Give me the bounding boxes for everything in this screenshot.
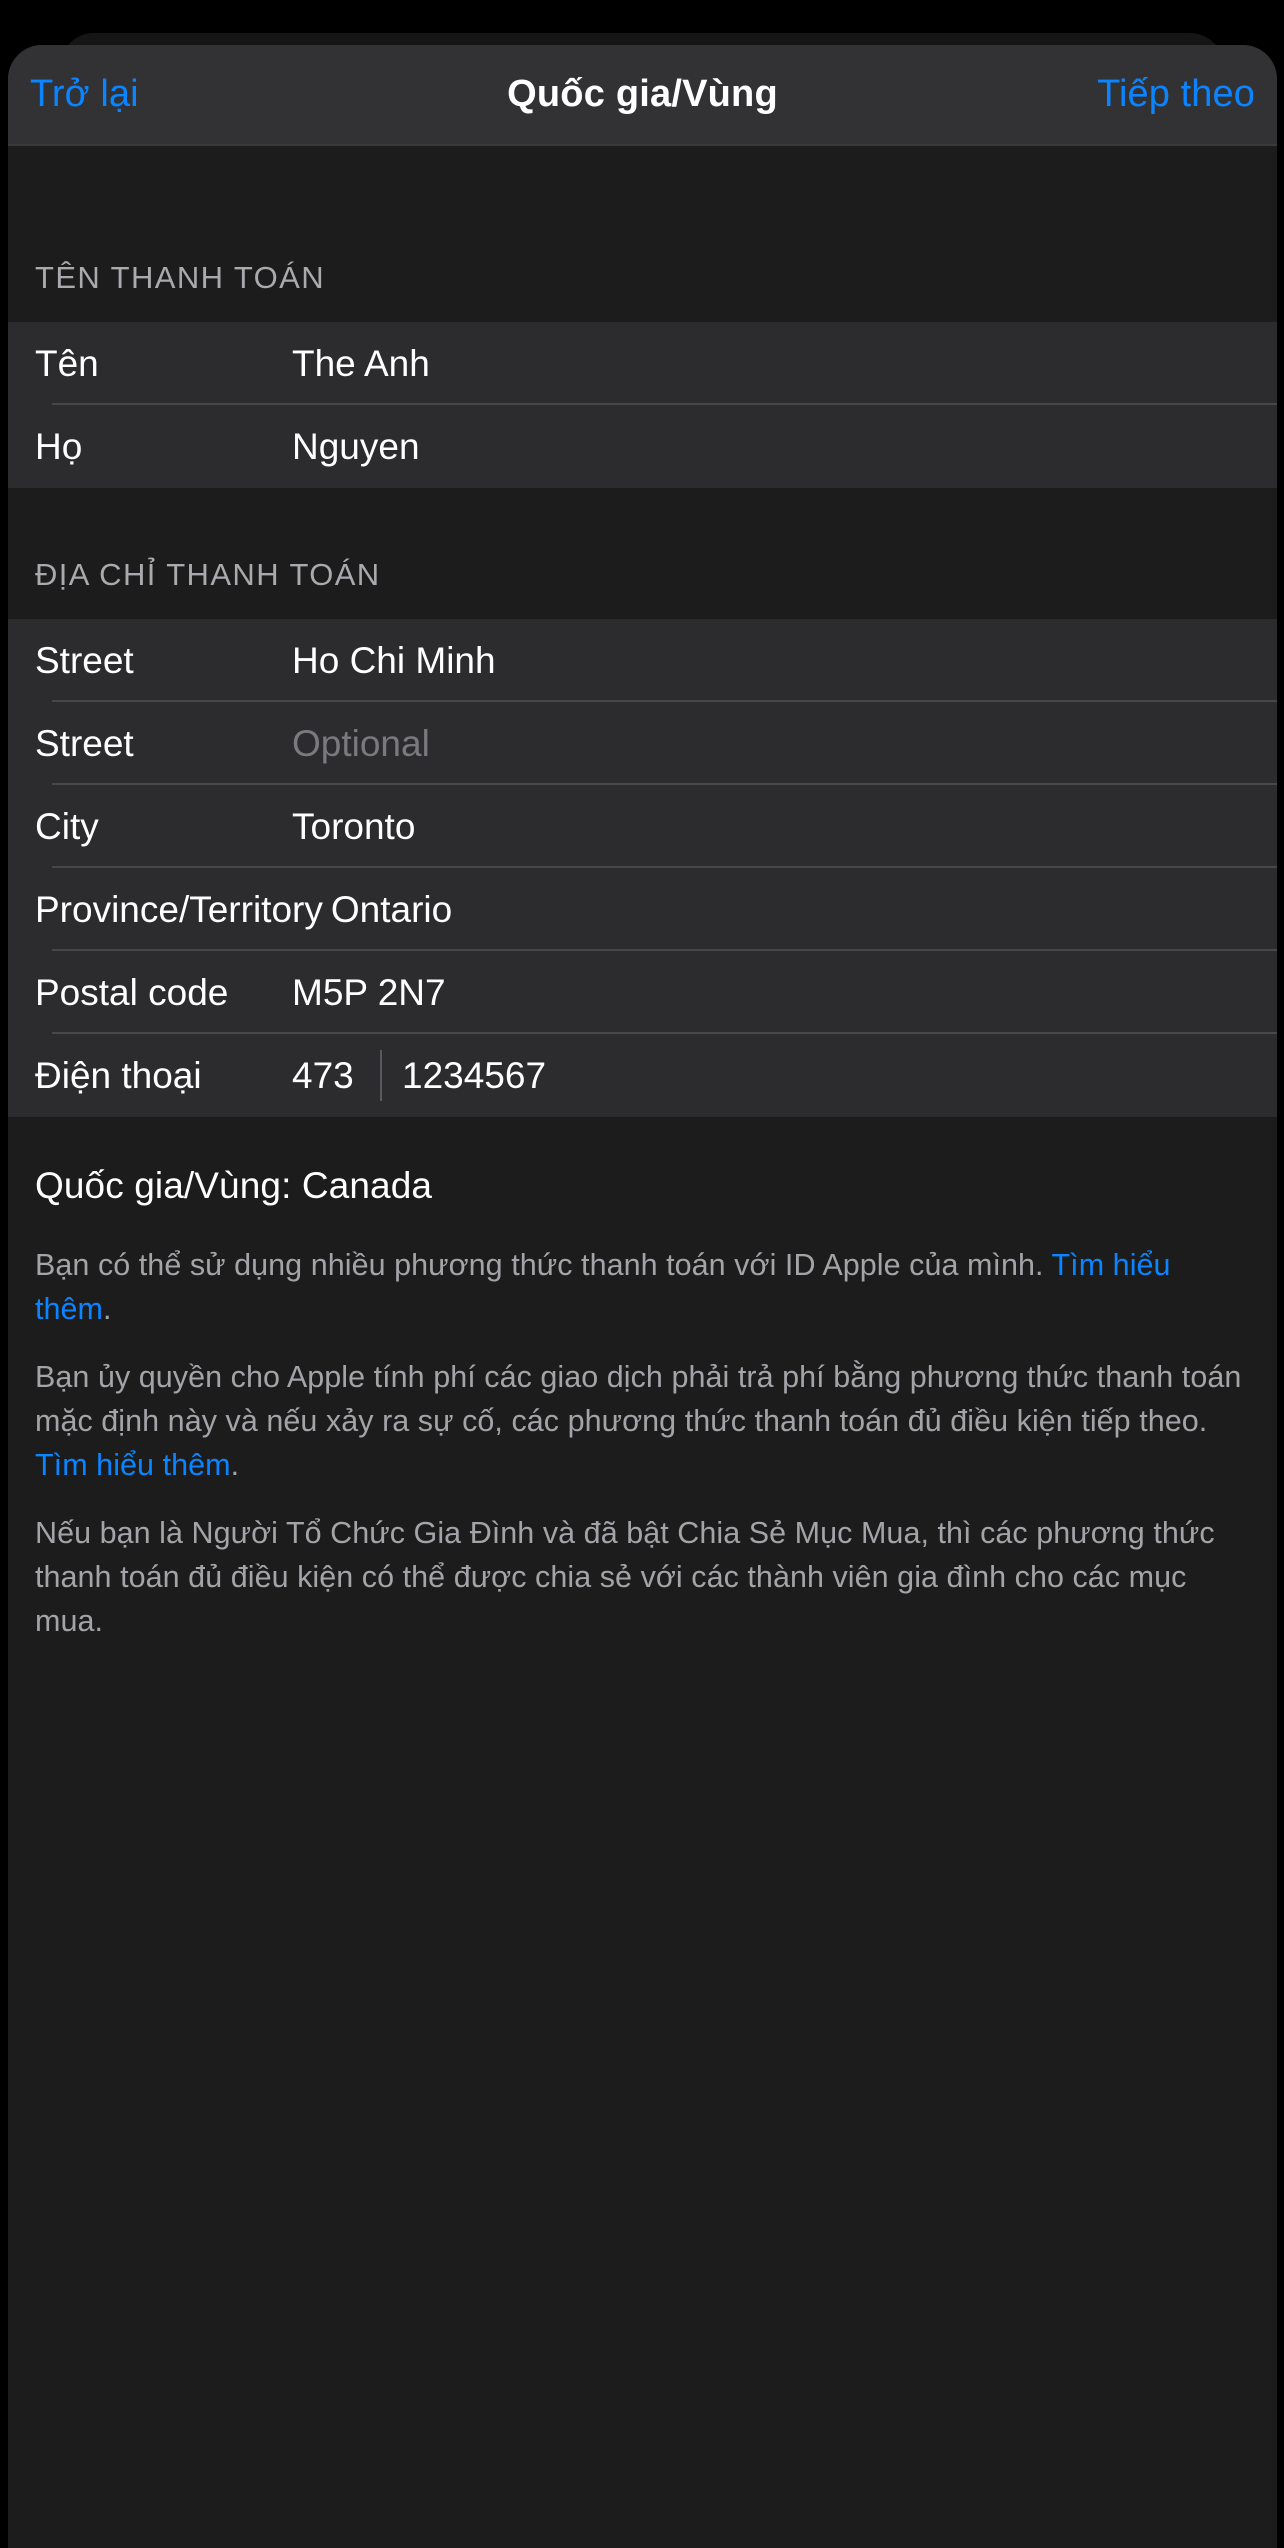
section-header-billing-address: ĐỊA CHỈ THANH TOÁN	[35, 557, 381, 592]
row-label-last-name: Họ	[35, 425, 83, 467]
input-last-name[interactable]: Nguyen	[292, 426, 420, 468]
row-city[interactable]: City Toronto	[8, 785, 1277, 868]
billing-name-group: Tên The Anh Họ Nguyen	[8, 322, 1277, 488]
footer-paragraph-2: Bạn ủy quyền cho Apple tính phí các giao…	[35, 1331, 1250, 1487]
input-province[interactable]: Ontario	[331, 889, 452, 931]
back-button[interactable]: Trở lại	[30, 73, 139, 116]
input-street-1[interactable]: Ho Chi Minh	[292, 640, 496, 682]
row-first-name[interactable]: Tên The Anh	[8, 322, 1277, 405]
page-title: Quốc gia/Vùng	[507, 73, 778, 115]
footer-paragraph-3: Nếu bạn là Người Tổ Chức Gia Đình và đã …	[35, 1516, 1215, 1638]
footer-section: Quốc gia/Vùng: Canada Bạn có thể sử dụng…	[8, 1117, 1277, 1643]
country-region-line: Quốc gia/Vùng: Canada	[35, 1165, 433, 1206]
row-street-2[interactable]: Street Optional	[8, 702, 1277, 785]
input-first-name[interactable]: The Anh	[292, 343, 430, 385]
modal-sheet: Trở lại Quốc gia/Vùng Tiếp theo TÊN THAN…	[8, 45, 1277, 2548]
section-header-billing-name: TÊN THANH TOÁN	[35, 260, 326, 295]
row-label-city: City	[35, 805, 99, 847]
learn-more-link-2[interactable]: Tìm hiểu thêm	[35, 1448, 231, 1482]
form-scroll-content: TÊN THANH TOÁN Tên The Anh Họ Nguyen ĐỊA…	[8, 146, 1277, 1643]
footer-paragraph-2-text: Bạn ủy quyền cho Apple tính phí các giao…	[35, 1360, 1242, 1438]
row-label-first-name: Tên	[35, 342, 99, 384]
footer-paragraph-1-text: Bạn có thể sử dụng nhiều phương thức tha…	[35, 1248, 1052, 1282]
input-phone-number[interactable]: 1234567	[402, 1055, 546, 1097]
next-button[interactable]: Tiếp theo	[1097, 73, 1255, 116]
row-label-phone: Điện thoại	[35, 1054, 202, 1096]
row-last-name[interactable]: Họ Nguyen	[8, 405, 1277, 488]
input-city[interactable]: Toronto	[292, 806, 415, 848]
row-label-street-2: Street	[35, 722, 134, 764]
row-label-postal-code: Postal code	[35, 971, 229, 1013]
row-label-province: Province/Territory	[35, 888, 323, 930]
phone-field-divider	[380, 1050, 382, 1101]
input-phone-country-code[interactable]: 473	[292, 1055, 354, 1097]
row-street-1[interactable]: Street Ho Chi Minh	[8, 619, 1277, 702]
footer-paragraph-2-suffix: .	[230, 1448, 240, 1482]
row-postal-code[interactable]: Postal code M5P 2N7	[8, 951, 1277, 1034]
row-phone[interactable]: Điện thoại 473 1234567	[8, 1034, 1277, 1117]
input-postal-code[interactable]: M5P 2N7	[292, 972, 446, 1014]
footer-paragraph-1-suffix: .	[103, 1292, 112, 1326]
navigation-bar: Trở lại Quốc gia/Vùng Tiếp theo	[8, 45, 1277, 146]
footer-paragraph-1: Bạn có thể sử dụng nhiều phương thức tha…	[35, 1219, 1250, 1331]
row-label-street-1: Street	[35, 639, 134, 681]
row-province[interactable]: Province/Territory Ontario	[8, 868, 1277, 951]
billing-address-group: Street Ho Chi Minh Street Optional City …	[8, 619, 1277, 1117]
input-street-2[interactable]: Optional	[292, 723, 430, 765]
